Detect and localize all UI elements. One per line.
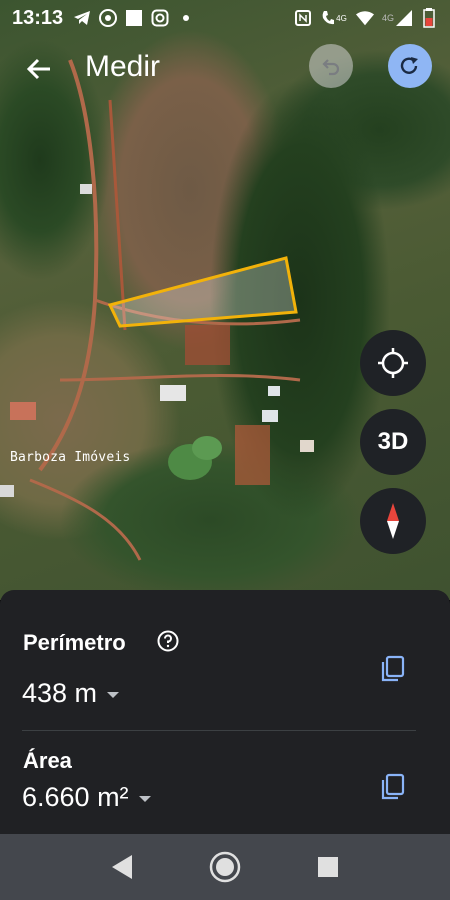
- arrow-left-icon: [26, 58, 50, 80]
- status-time: 13:13: [12, 6, 64, 29]
- undo-icon: [322, 59, 340, 76]
- perimeter-value: 438 m: [22, 678, 98, 708]
- battery-icon: [420, 8, 438, 28]
- chrome-icon: [99, 9, 118, 27]
- perimeter-label: Perímetro: [23, 630, 126, 655]
- call-4g-icon: 4G: [320, 9, 348, 27]
- area-value: 6.660 m²: [22, 782, 129, 812]
- measurement-sheet: Perímetro 438 m Área 6.660 m²: [0, 590, 450, 834]
- copy-area-button[interactable]: [378, 772, 408, 802]
- nfc-icon: [294, 9, 312, 27]
- instagram-icon: [151, 9, 169, 27]
- signal-icon: 4G: [382, 9, 412, 27]
- my-location-button[interactable]: [360, 330, 426, 396]
- chevron-down-icon: [107, 691, 120, 698]
- nav-recents-button[interactable]: [308, 847, 348, 887]
- page-title: Medir: [85, 50, 161, 83]
- triangle-back-icon: [111, 855, 132, 879]
- copy-icon: [381, 773, 405, 800]
- dot-icon: [177, 9, 195, 27]
- network-label: 4G: [336, 13, 347, 23]
- view-3d-button[interactable]: 3D: [360, 409, 426, 475]
- top-app-bar: Medir: [0, 44, 450, 92]
- nav-home-button[interactable]: [205, 847, 245, 887]
- redo-icon: [400, 57, 418, 74]
- copy-perimeter-button[interactable]: [378, 654, 408, 684]
- compass-icon: [387, 503, 399, 539]
- area-value-dropdown[interactable]: 6.660 m²: [22, 782, 151, 813]
- chevron-down-icon: [138, 795, 151, 802]
- undo-button[interactable]: [309, 44, 353, 88]
- signal-network-label: 4G: [382, 13, 395, 23]
- compass-button[interactable]: [360, 488, 426, 554]
- wifi-icon: [356, 9, 374, 27]
- help-icon: [157, 630, 179, 652]
- watermark-text: Barboza Imóveis: [10, 450, 131, 465]
- copy-icon: [381, 655, 405, 682]
- circle-home-icon: [209, 851, 241, 883]
- area-label: Área: [23, 748, 72, 773]
- square-recents-icon: [318, 857, 339, 877]
- square-icon: [125, 9, 143, 27]
- back-button[interactable]: [22, 52, 56, 86]
- telegram-icon: [73, 9, 91, 27]
- nav-back-button[interactable]: [102, 847, 142, 887]
- redo-button[interactable]: [388, 44, 432, 88]
- perimeter-value-dropdown[interactable]: 438 m: [22, 678, 120, 709]
- crosshair-icon: [378, 348, 408, 378]
- system-nav-bar: [0, 834, 450, 900]
- help-button[interactable]: [157, 630, 179, 652]
- view-3d-label: 3D: [377, 428, 409, 455]
- divider: [22, 730, 416, 731]
- status-bar: 13:13 4G 4G: [0, 0, 450, 36]
